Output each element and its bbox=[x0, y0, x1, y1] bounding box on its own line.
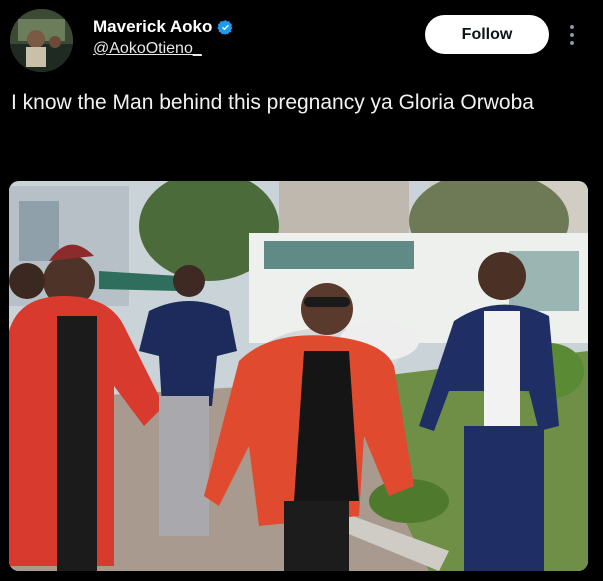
follow-button[interactable]: Follow bbox=[425, 15, 549, 54]
verified-badge-icon bbox=[217, 19, 233, 35]
avatar-image bbox=[10, 9, 73, 72]
author-display-name[interactable]: Maverick Aoko bbox=[93, 17, 212, 37]
author-handle[interactable]: @AokoOtieno_ bbox=[93, 40, 202, 58]
tweet-text: I know the Man behind this pregnancy ya … bbox=[11, 91, 534, 114]
author-avatar[interactable] bbox=[10, 9, 73, 72]
author-name-row: Maverick Aoko bbox=[93, 17, 234, 37]
more-options-icon[interactable] bbox=[566, 22, 578, 48]
tweet-photo[interactable] bbox=[9, 181, 588, 571]
photo-image bbox=[9, 181, 588, 571]
